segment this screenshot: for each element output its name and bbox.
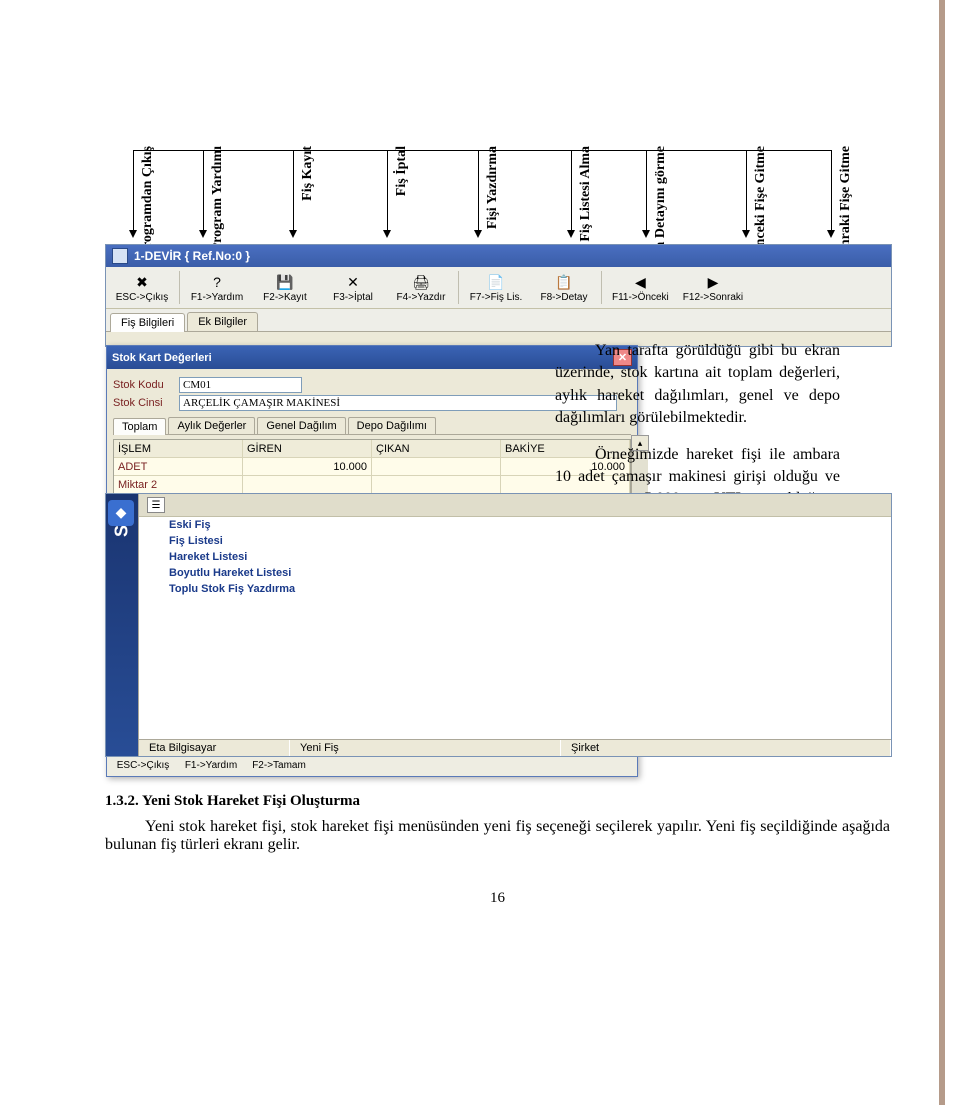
diagram-arrow-icon — [827, 230, 835, 238]
toolbar-label: F3->İptal — [333, 292, 373, 303]
toolbar-button[interactable]: 💾F2->Kayıt — [251, 269, 319, 306]
diagram-label: Program Yardımı — [210, 146, 226, 251]
toolbar-icon: ? — [207, 272, 227, 292]
menu-item[interactable]: Fiş Listesi — [139, 533, 891, 549]
toolbar-button[interactable]: ✕F3->İptal — [319, 269, 387, 306]
diagram-line — [646, 150, 647, 230]
menu-items: Eski FişFiş ListesiHareket ListesiBoyutl… — [139, 517, 891, 597]
toolbar-label: F8->Detay — [541, 292, 588, 303]
toolbar-icon: ◀ — [630, 272, 650, 292]
diagram-arrow-icon — [199, 230, 207, 238]
status-bar: Eta Bilgisayar Yeni Fiş Şirket — [139, 739, 891, 756]
menu-header-icon: ☰ — [147, 497, 165, 513]
toolbar-label: F12->Sonraki — [683, 292, 743, 303]
window-icon — [112, 248, 128, 264]
menu-header: ☰ — [139, 494, 891, 517]
toolbar-label-diagram: Programdan ÇıkışProgram YardımıFiş Kayıt… — [105, 20, 890, 240]
diagram-label: Fişi Yazdırma — [485, 146, 501, 229]
toolbar-button[interactable]: ▶F12->Sonraki — [676, 269, 750, 306]
diagram-line — [478, 150, 479, 230]
diagram-label: Fiş İptal — [394, 146, 410, 196]
section-paragraph: Yeni stok hareket fişi, stok hareket fiş… — [105, 818, 890, 854]
toolbar-label: F4->Yazdır — [397, 292, 446, 303]
section-heading: 1.3.2. Yeni Stok Hareket Fişi Oluşturma — [105, 793, 890, 810]
brand-strip: SQL — [106, 494, 138, 756]
menu-item[interactable]: Toplu Stok Fiş Yazdırma — [139, 581, 891, 597]
diagram-arrow-icon — [289, 230, 297, 238]
main-tabs: Fiş BilgileriEk Bilgiler — [106, 309, 891, 332]
toolbar-separator — [601, 271, 602, 304]
diagram-arrow-icon — [474, 230, 482, 238]
menu-item[interactable]: Boyutlu Hareket Listesi — [139, 565, 891, 581]
window-titlebar: 1-DEVİR { Ref.No:0 } — [106, 245, 891, 267]
toolbar-icon: 📄 — [486, 272, 506, 292]
status-sirket: Şirket — [561, 740, 891, 756]
toolbar-label: F2->Kayıt — [263, 292, 307, 303]
window-title: 1-DEVİR { Ref.No:0 } — [134, 249, 250, 263]
diagram-label: Önceki Fişe Gitme — [753, 146, 769, 257]
toolbar-button[interactable]: 📄F7->Fiş Lis. — [462, 269, 530, 306]
diagram-line — [133, 150, 134, 230]
toolbar-label: ESC->Çıkış — [116, 292, 169, 303]
toolbar-icon: ✕ — [343, 272, 363, 292]
diagram-label: Fiş Kayıt — [300, 146, 316, 201]
toolbar-label: F11->Önceki — [612, 292, 669, 303]
menu-body: ☰ Eski FişFiş ListesiHareket ListesiBoyu… — [139, 494, 891, 739]
app-window: 1-DEVİR { Ref.No:0 } ✖ESC->Çıkış?F1->Yar… — [105, 244, 892, 347]
diagram-label: Programdan Çıkış — [140, 146, 156, 257]
main-tab[interactable]: Ek Bilgiler — [187, 312, 258, 331]
toolbar-label: F7->Fiş Lis. — [470, 292, 523, 303]
toolbar-icon: 🖨 — [411, 272, 431, 292]
toolbar-icon: 💾 — [275, 272, 295, 292]
diagram-arrow-icon — [567, 230, 575, 238]
toolbar-button[interactable]: ?F1->Yardım — [183, 269, 251, 306]
diagram-arrow-icon — [383, 230, 391, 238]
toolbar-icon: 📋 — [554, 272, 574, 292]
toolbar-separator — [458, 271, 459, 304]
toolbar-button[interactable]: ✖ESC->Çıkış — [108, 269, 176, 306]
status-company: Eta Bilgisayar — [139, 740, 290, 756]
diagram-hline — [133, 150, 831, 151]
toolbar-icon: ▶ — [703, 272, 723, 292]
diagram-arrow-icon — [742, 230, 750, 238]
toolbar-label: F1->Yardım — [191, 292, 243, 303]
logo-icon: ◆ — [108, 500, 134, 526]
toolbar-separator — [179, 271, 180, 304]
main-tab[interactable]: Fiş Bilgileri — [110, 313, 185, 332]
diagram-label: Fiş Listesi Alma — [578, 146, 594, 242]
menu-item[interactable]: Hareket Listesi — [139, 549, 891, 565]
diagram-arrow-icon — [642, 230, 650, 238]
diagram-line — [293, 150, 294, 230]
diagram-line — [571, 150, 572, 230]
toolbar-button[interactable]: 🖨F4->Yazdır — [387, 269, 455, 306]
menu-window: SQL ◆ ☰ Eski FişFiş ListesiHareket Liste… — [105, 493, 892, 757]
toolbar-button[interactable]: ◀F11->Önceki — [605, 269, 676, 306]
toolbar-icon: ✖ — [132, 272, 152, 292]
diagram-line — [387, 150, 388, 230]
diagram-line — [746, 150, 747, 230]
status-mode: Yeni Fiş — [290, 740, 561, 756]
page-number: 16 — [105, 890, 890, 907]
toolbar-button[interactable]: 📋F8->Detay — [530, 269, 598, 306]
diagram-line — [203, 150, 204, 230]
diagram-arrow-icon — [129, 230, 137, 238]
main-toolbar: ✖ESC->Çıkış?F1->Yardım💾F2->Kayıt✕F3->İpt… — [106, 267, 891, 309]
menu-item[interactable]: Eski Fiş — [139, 517, 891, 533]
diagram-line — [831, 150, 832, 230]
